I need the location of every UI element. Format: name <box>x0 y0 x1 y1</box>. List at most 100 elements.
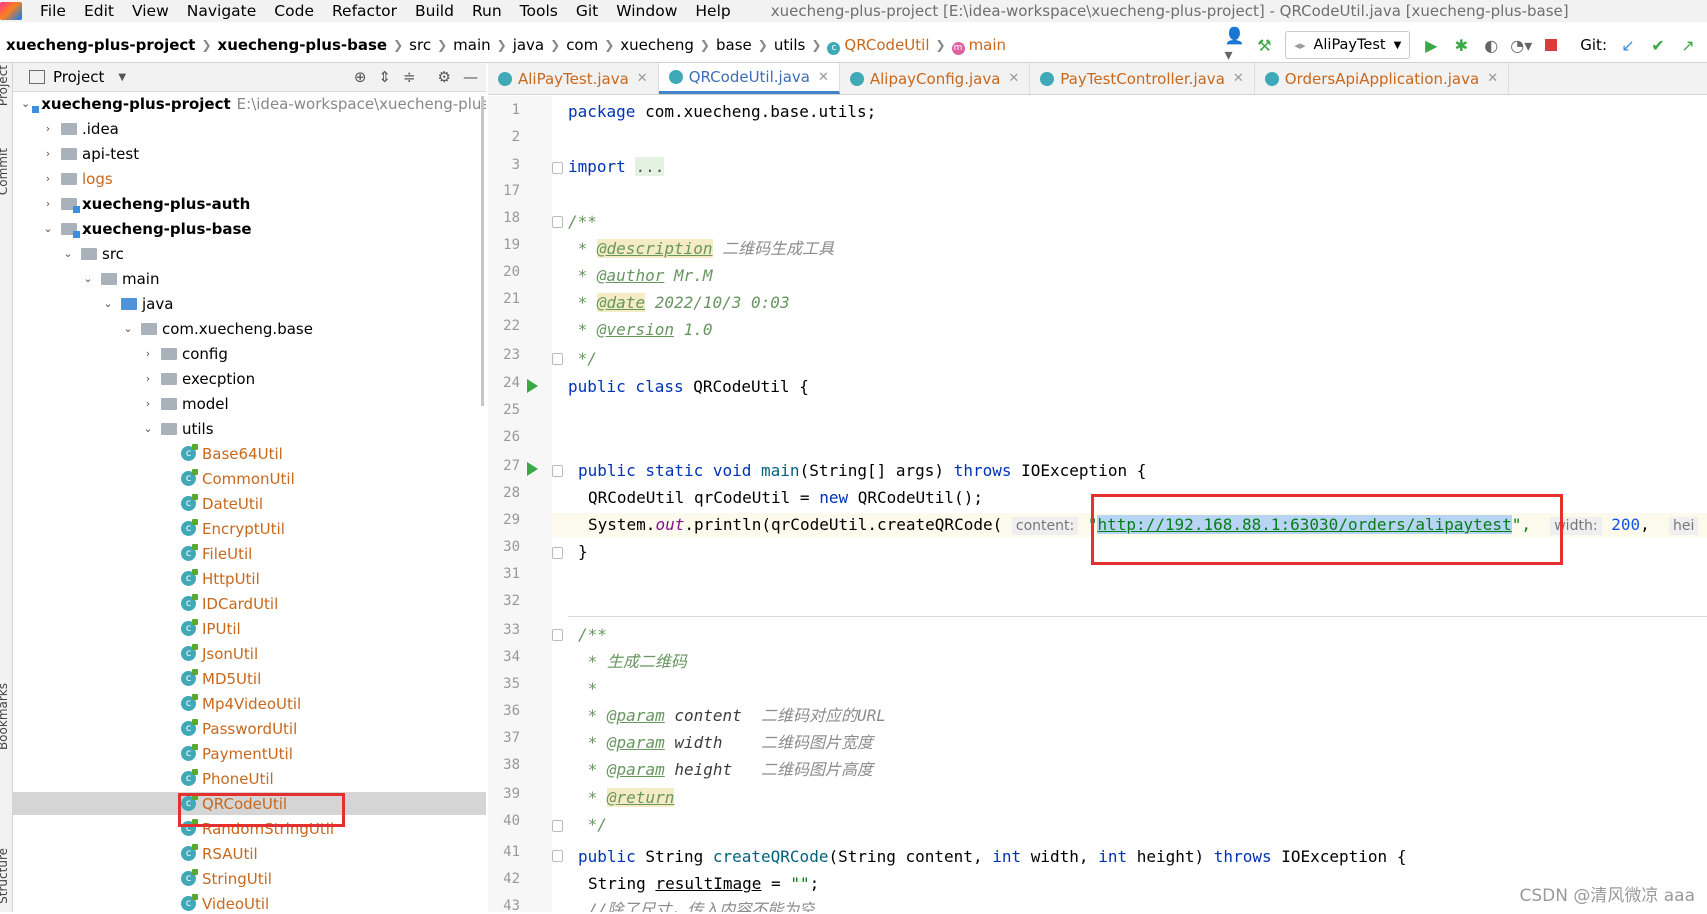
tree-item[interactable]: › model <box>13 392 486 415</box>
breadcrumb-project[interactable]: xuecheng-plus-project <box>0 36 201 54</box>
chevron-right-icon[interactable]: › <box>41 197 55 210</box>
fold-marker-icon[interactable] <box>552 820 563 832</box>
coverage-icon[interactable]: ◐ <box>1482 36 1500 55</box>
chevron-down-icon[interactable]: ⌄ <box>81 272 95 285</box>
tree-root[interactable]: ⌄ xuecheng-plus-project E:\idea-workspac… <box>13 92 486 115</box>
fold-marker-icon[interactable] <box>552 465 563 477</box>
breadcrumb-src[interactable]: src <box>403 36 437 54</box>
tree-item[interactable]: › logs <box>13 167 486 190</box>
menu-file[interactable]: File <box>40 2 66 20</box>
tree-item[interactable]: c Mp4VideoUtil <box>13 692 486 715</box>
tree-item[interactable]: c CommonUtil <box>13 467 486 490</box>
tree-item[interactable]: ⌄ main <box>13 267 486 290</box>
close-icon[interactable]: ✕ <box>637 71 648 86</box>
tree-item[interactable]: › xuecheng-plus-auth <box>13 192 486 215</box>
tab-alipayconfig[interactable]: AlipayConfig.java ✕ <box>840 63 1031 94</box>
breadcrumb-class[interactable]: c QRCodeUtil <box>821 36 935 55</box>
run-configuration-select[interactable]: ◂▸ AliPayTest ▼ <box>1285 31 1411 59</box>
tree-item[interactable]: c IDCardUtil <box>13 592 486 615</box>
close-icon[interactable]: ✕ <box>1008 71 1019 86</box>
gear-icon[interactable]: ⚙ <box>438 68 451 86</box>
tool-window-bookmarks[interactable]: Bookmarks <box>0 683 10 750</box>
tree-item[interactable]: c PhoneUtil <box>13 767 486 790</box>
git-push-icon[interactable]: ↗ <box>1679 36 1697 55</box>
tree-item[interactable]: c VideoUtil <box>13 892 486 912</box>
tree-item[interactable]: ⌄ xuecheng-plus-base <box>13 217 486 240</box>
tree-item[interactable]: c Base64Util <box>13 442 486 465</box>
build-hammer-icon[interactable]: ⚒ <box>1255 36 1273 55</box>
fold-marker-icon[interactable] <box>552 353 563 365</box>
tree-item[interactable]: c EncryptUtil <box>13 517 486 540</box>
breadcrumb-com[interactable]: com <box>560 36 604 54</box>
tree-item[interactable]: › config <box>13 342 486 365</box>
tree-item[interactable]: ⌄ src <box>13 242 486 265</box>
tree-item[interactable]: › api-test <box>13 142 486 165</box>
tab-qrcodeutil[interactable]: QRCodeUtil.java ✕ <box>658 63 840 94</box>
breadcrumb-base[interactable]: base <box>710 36 758 54</box>
tree-item[interactable]: ⌄ utils <box>13 417 486 440</box>
profiler-icon[interactable]: ◔▾ <box>1510 36 1532 55</box>
tab-ordersapiapplication[interactable]: OrdersApiApplication.java ✕ <box>1255 63 1510 94</box>
menu-edit[interactable]: Edit <box>84 2 114 20</box>
fold-marker-icon[interactable] <box>552 629 563 641</box>
fold-marker-icon[interactable] <box>552 850 563 862</box>
chevron-down-icon[interactable]: ⌄ <box>61 247 75 260</box>
breadcrumb-method[interactable]: m main <box>946 36 1012 55</box>
chevron-right-icon[interactable]: › <box>141 372 155 385</box>
tree-item[interactable]: c RSAUtil <box>13 842 486 865</box>
locate-icon[interactable]: ⊕ <box>354 68 367 86</box>
menu-view[interactable]: View <box>132 2 169 20</box>
breadcrumb-utils[interactable]: utils <box>768 36 812 54</box>
chevron-down-icon[interactable]: ⌄ <box>141 422 155 435</box>
breadcrumb-main-dir[interactable]: main <box>447 36 496 54</box>
chevron-down-icon[interactable]: ▼ <box>118 72 126 83</box>
tree-item[interactable]: › execption <box>13 367 486 390</box>
fold-marker-icon[interactable] <box>552 547 563 559</box>
menu-window[interactable]: Window <box>616 2 677 20</box>
tab-paytestcontroller[interactable]: PayTestController.java ✕ <box>1030 63 1255 94</box>
chevron-down-icon[interactable]: ⌄ <box>41 222 55 235</box>
run-main-icon[interactable] <box>527 462 538 476</box>
tree-item[interactable]: c StringUtil <box>13 867 486 890</box>
breadcrumb-xuecheng[interactable]: xuecheng <box>614 36 700 54</box>
tree-item[interactable]: c PaymentUtil <box>13 742 486 765</box>
menu-git[interactable]: Git <box>576 2 598 20</box>
tree-scrollbar[interactable] <box>481 96 484 406</box>
menu-run[interactable]: Run <box>472 2 502 20</box>
git-update-icon[interactable]: ↙ <box>1619 36 1637 55</box>
menu-refactor[interactable]: Refactor <box>332 2 397 20</box>
menu-code[interactable]: Code <box>274 2 314 20</box>
tree-item[interactable]: c FileUtil <box>13 542 486 565</box>
run-class-icon[interactable] <box>527 379 538 393</box>
chevron-right-icon[interactable]: › <box>141 347 155 360</box>
tree-item[interactable]: c JsonUtil <box>13 642 486 665</box>
collapse-all-icon[interactable]: ≑ <box>403 68 416 86</box>
chevron-right-icon[interactable]: › <box>141 397 155 410</box>
tree-item[interactable]: c IPUtil <box>13 617 486 640</box>
tree-item[interactable]: c PasswordUtil <box>13 717 486 740</box>
menu-tools[interactable]: Tools <box>520 2 558 20</box>
tree-item[interactable]: ⌄ java <box>13 292 486 315</box>
tool-window-commit[interactable]: Commit <box>0 148 10 195</box>
menu-navigate[interactable]: Navigate <box>187 2 257 20</box>
tree-item[interactable]: ⌄ com.xuecheng.base <box>13 317 486 340</box>
chevron-down-icon[interactable]: ⌄ <box>121 322 135 335</box>
tree-item[interactable]: › .idea <box>13 117 486 140</box>
fold-marker-icon[interactable] <box>552 162 563 174</box>
fold-marker-icon[interactable] <box>552 216 563 228</box>
chevron-right-icon[interactable]: › <box>41 172 55 185</box>
tool-window-project[interactable]: Project <box>0 65 10 106</box>
stop-icon[interactable] <box>1542 36 1560 54</box>
tree-item[interactable]: c DateUtil <box>13 492 486 515</box>
chevron-right-icon[interactable]: › <box>41 147 55 160</box>
tree-item[interactable]: c MD5Util <box>13 667 486 690</box>
breadcrumb-java[interactable]: java <box>507 36 550 54</box>
chevron-right-icon[interactable]: › <box>41 122 55 135</box>
tool-window-structure[interactable]: Structure <box>0 848 10 904</box>
folded-imports[interactable]: ... <box>635 157 665 176</box>
git-commit-icon[interactable]: ✔ <box>1649 36 1667 55</box>
user-icon[interactable]: 👤▾ <box>1224 26 1244 64</box>
tree-item[interactable]: c HttpUtil <box>13 567 486 590</box>
debug-icon[interactable]: ✱ <box>1452 36 1470 55</box>
close-icon[interactable]: ✕ <box>818 70 829 85</box>
